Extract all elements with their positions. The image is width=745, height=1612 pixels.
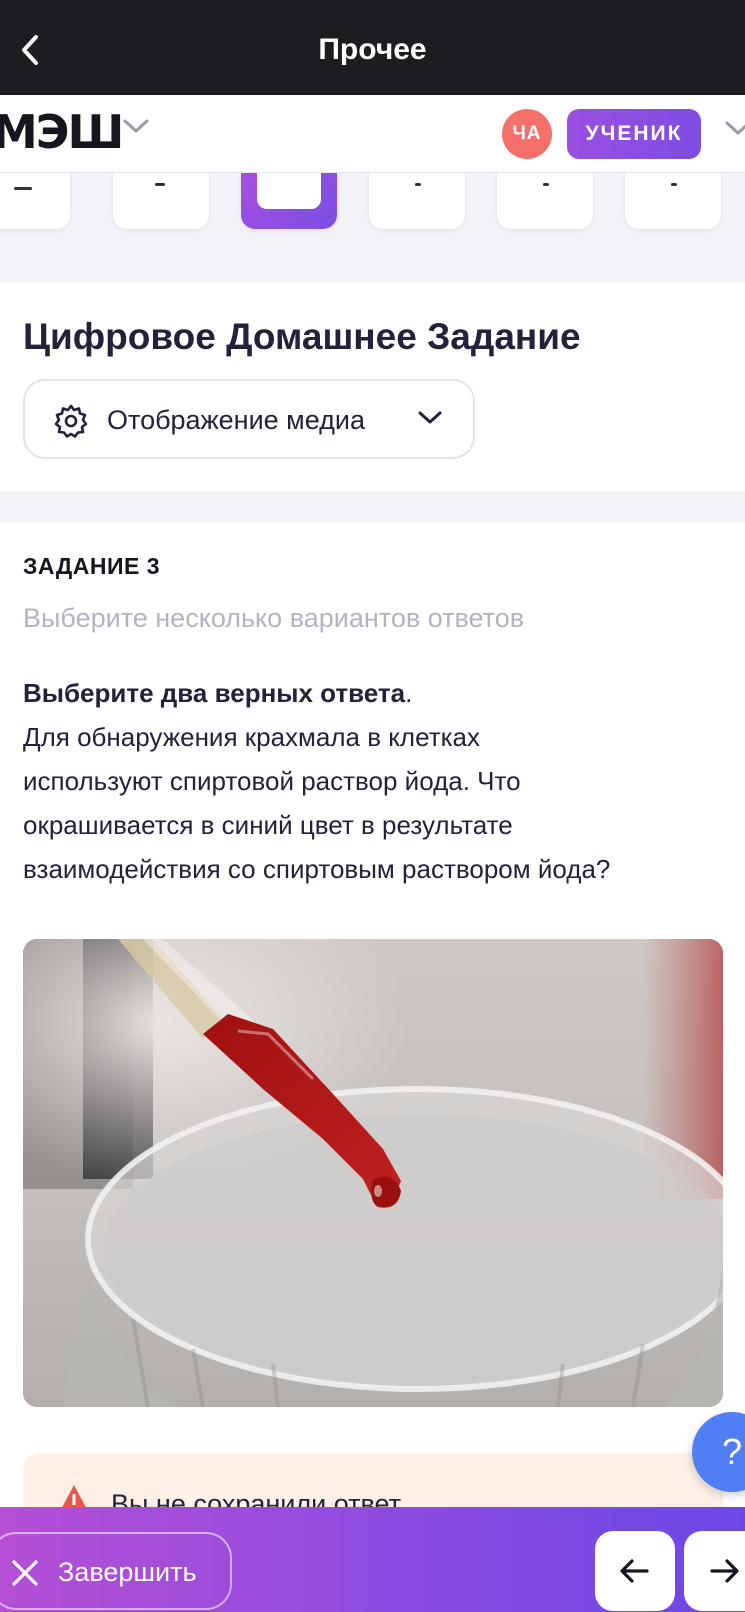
question-line: взаимодействия со спиртовым раствором йо…	[23, 854, 611, 884]
close-icon	[12, 1560, 38, 1586]
gear-icon	[54, 404, 88, 438]
task-card: ЗАДАНИЕ 3 Выберите несколько вариантов о…	[0, 523, 745, 1612]
previous-task-button[interactable]	[595, 1531, 675, 1611]
question-line: Для обнаружения крахмала в клетках	[23, 722, 481, 752]
role-badge[interactable]: УЧЕНИК	[567, 109, 701, 159]
chevron-down-icon[interactable]	[724, 119, 745, 137]
finish-label: Завершить	[58, 1557, 197, 1587]
mesh-logo[interactable]: МЭШ	[0, 109, 124, 155]
question-navigator	[0, 173, 745, 283]
task-instruction: Выберите два верных ответа.	[23, 671, 723, 715]
question-line: окрашивается в синий цвет в результате	[23, 810, 513, 840]
finish-button[interactable]: Завершить	[0, 1532, 232, 1610]
question-tile[interactable]	[113, 173, 209, 229]
chevron-down-icon	[418, 411, 442, 424]
screen-title: Прочее	[318, 33, 427, 66]
task-question: Выберите два верных ответа. Для обнаруже…	[23, 671, 723, 891]
task-type-hint: Выберите несколько вариантов ответов	[23, 603, 525, 633]
instruction-bold: Выберите два верных ответа	[23, 678, 406, 708]
question-tile[interactable]	[497, 173, 593, 229]
top-navigation-bar: Прочее	[0, 0, 745, 95]
app-header: МЭШ ЧА УЧЕНИК	[0, 95, 745, 173]
question-tile[interactable]	[369, 173, 465, 229]
page-title: Цифровое Домашнее Задание	[23, 316, 581, 357]
question-tile[interactable]	[625, 173, 721, 229]
question-line: используют спиртовой раствор йода. Что	[23, 766, 521, 796]
homework-header-card: Цифровое Домашнее Задание Отображение ме…	[0, 283, 745, 491]
bottom-action-bar: Завершить	[0, 1507, 745, 1612]
question-tile[interactable]	[0, 173, 70, 229]
user-avatar[interactable]: ЧА	[502, 109, 552, 159]
media-display-label: Отображение медиа	[107, 405, 366, 435]
question-tile-current[interactable]	[241, 173, 337, 229]
chevron-down-icon[interactable]	[122, 117, 150, 135]
arrow-right-icon	[710, 1559, 739, 1583]
next-task-button[interactable]	[684, 1531, 745, 1611]
pipette-glass-photo	[23, 939, 723, 1407]
task-photo	[23, 939, 723, 1407]
task-number: ЗАДАНИЕ 3	[23, 553, 161, 579]
media-display-dropdown[interactable]: Отображение медиа	[23, 379, 475, 459]
arrow-left-icon	[620, 1559, 649, 1583]
instruction-end: .	[405, 678, 413, 708]
